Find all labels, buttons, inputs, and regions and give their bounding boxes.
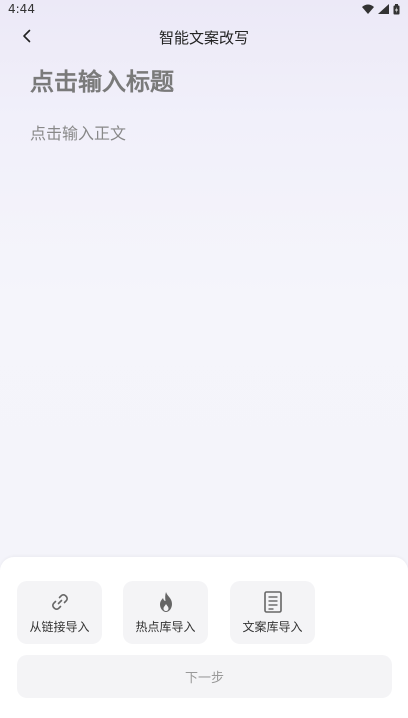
import-label: 文案库导入	[242, 620, 303, 634]
import-from-link-button[interactable]: 从链接导入	[17, 581, 102, 644]
import-label: 从链接导入	[29, 620, 90, 634]
status-time: 4:44	[8, 2, 35, 16]
link-icon	[50, 591, 70, 613]
signal-icon	[378, 4, 389, 14]
import-label: 热点库导入	[135, 620, 196, 634]
fire-icon	[156, 591, 176, 613]
status-icons	[362, 3, 400, 15]
next-step-button[interactable]: 下一步	[17, 655, 392, 698]
body-input[interactable]: 点击输入正文	[30, 120, 126, 144]
battery-icon	[393, 3, 400, 15]
import-from-hot-button[interactable]: 热点库导入	[123, 581, 208, 644]
screen: 4:44 智能文案改写 点击输入标题 点击输入正文 从链接导入 热点库导入 文案…	[0, 0, 408, 718]
status-bar: 4:44	[0, 0, 408, 18]
import-from-library-button[interactable]: 文案库导入	[230, 581, 315, 644]
page-title: 智能文案改写	[158, 29, 249, 47]
nav-bar: 智能文案改写	[0, 22, 408, 52]
document-icon	[263, 591, 283, 613]
wifi-icon	[362, 4, 374, 14]
title-input[interactable]: 点击输入标题	[30, 62, 174, 97]
bottom-panel: 从链接导入 热点库导入 文案库导入 下一步	[0, 557, 408, 718]
